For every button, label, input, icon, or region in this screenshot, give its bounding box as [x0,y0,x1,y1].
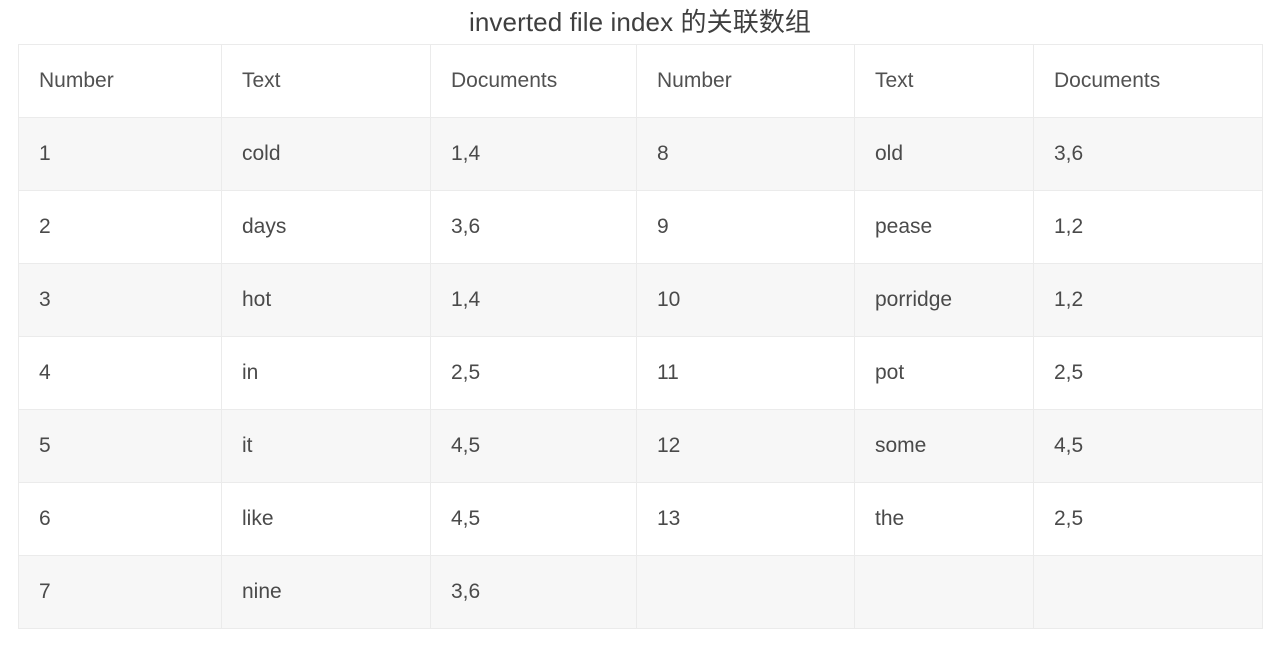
cell-text-right: old [854,117,1034,191]
cell-documents-right: 1,2 [1033,263,1263,337]
cell-number-left: 7 [18,555,222,629]
cell-documents-right: 1,2 [1033,190,1263,264]
table-row: 3 hot 1,4 10 porridge 1,2 [18,263,1263,337]
cell-number-right: 11 [636,336,855,410]
table-row: 1 cold 1,4 8 old 3,6 [18,117,1263,191]
table-row: 7 nine 3,6 [18,555,1263,629]
table-row: 6 like 4,5 13 the 2,5 [18,482,1263,556]
cell-number-right: 12 [636,409,855,483]
cell-number-right: 8 [636,117,855,191]
cell-text-right: porridge [854,263,1034,337]
cell-documents-left: 2,5 [430,336,637,410]
cell-number-left: 2 [18,190,222,264]
column-header-number-left: Number [18,44,222,118]
table-header-row: Number Text Documents Number Text Docume… [18,44,1263,118]
column-header-number-right: Number [636,44,855,118]
column-header-documents-left: Documents [430,44,637,118]
cell-documents-left: 4,5 [430,482,637,556]
cell-number-right: 13 [636,482,855,556]
cell-text-left: nine [221,555,431,629]
table-row: 4 in 2,5 11 pot 2,5 [18,336,1263,410]
cell-number-right: 10 [636,263,855,337]
cell-text-left: in [221,336,431,410]
cell-text-right: some [854,409,1034,483]
cell-documents-right: 2,5 [1033,482,1263,556]
table-head: Number Text Documents Number Text Docume… [18,44,1263,118]
column-header-documents-right: Documents [1033,44,1263,118]
inverted-index-table: Number Text Documents Number Text Docume… [18,44,1263,629]
table-row: 5 it 4,5 12 some 4,5 [18,409,1263,483]
column-header-text-left: Text [221,44,431,118]
cell-number-left: 3 [18,263,222,337]
cell-text-left: it [221,409,431,483]
table-container: Number Text Documents Number Text Docume… [18,44,1263,629]
cell-text-right: pease [854,190,1034,264]
cell-documents-left: 3,6 [430,190,637,264]
cell-documents-right: 3,6 [1033,117,1263,191]
cell-text-left: hot [221,263,431,337]
cell-documents-left: 1,4 [430,117,637,191]
cell-number-right: 9 [636,190,855,264]
cell-documents-left: 4,5 [430,409,637,483]
cell-text-left: like [221,482,431,556]
cell-text-left: days [221,190,431,264]
cell-text-left: cold [221,117,431,191]
cell-text-right: pot [854,336,1034,410]
cell-number-left: 1 [18,117,222,191]
cell-text-right: the [854,482,1034,556]
cell-documents-right: 4,5 [1033,409,1263,483]
cell-number-right-empty [636,555,855,629]
cell-number-left: 4 [18,336,222,410]
cell-documents-left: 3,6 [430,555,637,629]
table-row: 2 days 3,6 9 pease 1,2 [18,190,1263,264]
cell-documents-right-empty [1033,555,1263,629]
table-body: 1 cold 1,4 8 old 3,6 2 days 3,6 9 pease … [18,117,1263,629]
cell-documents-left: 1,4 [430,263,637,337]
cell-documents-right: 2,5 [1033,336,1263,410]
cell-text-right-empty [854,555,1034,629]
page-title: inverted file index 的关联数组 [468,7,812,37]
column-header-text-right: Text [854,44,1034,118]
page-root: inverted file index 的关联数组 Number Text Do… [0,0,1280,657]
cell-number-left: 5 [18,409,222,483]
cell-number-left: 6 [18,482,222,556]
